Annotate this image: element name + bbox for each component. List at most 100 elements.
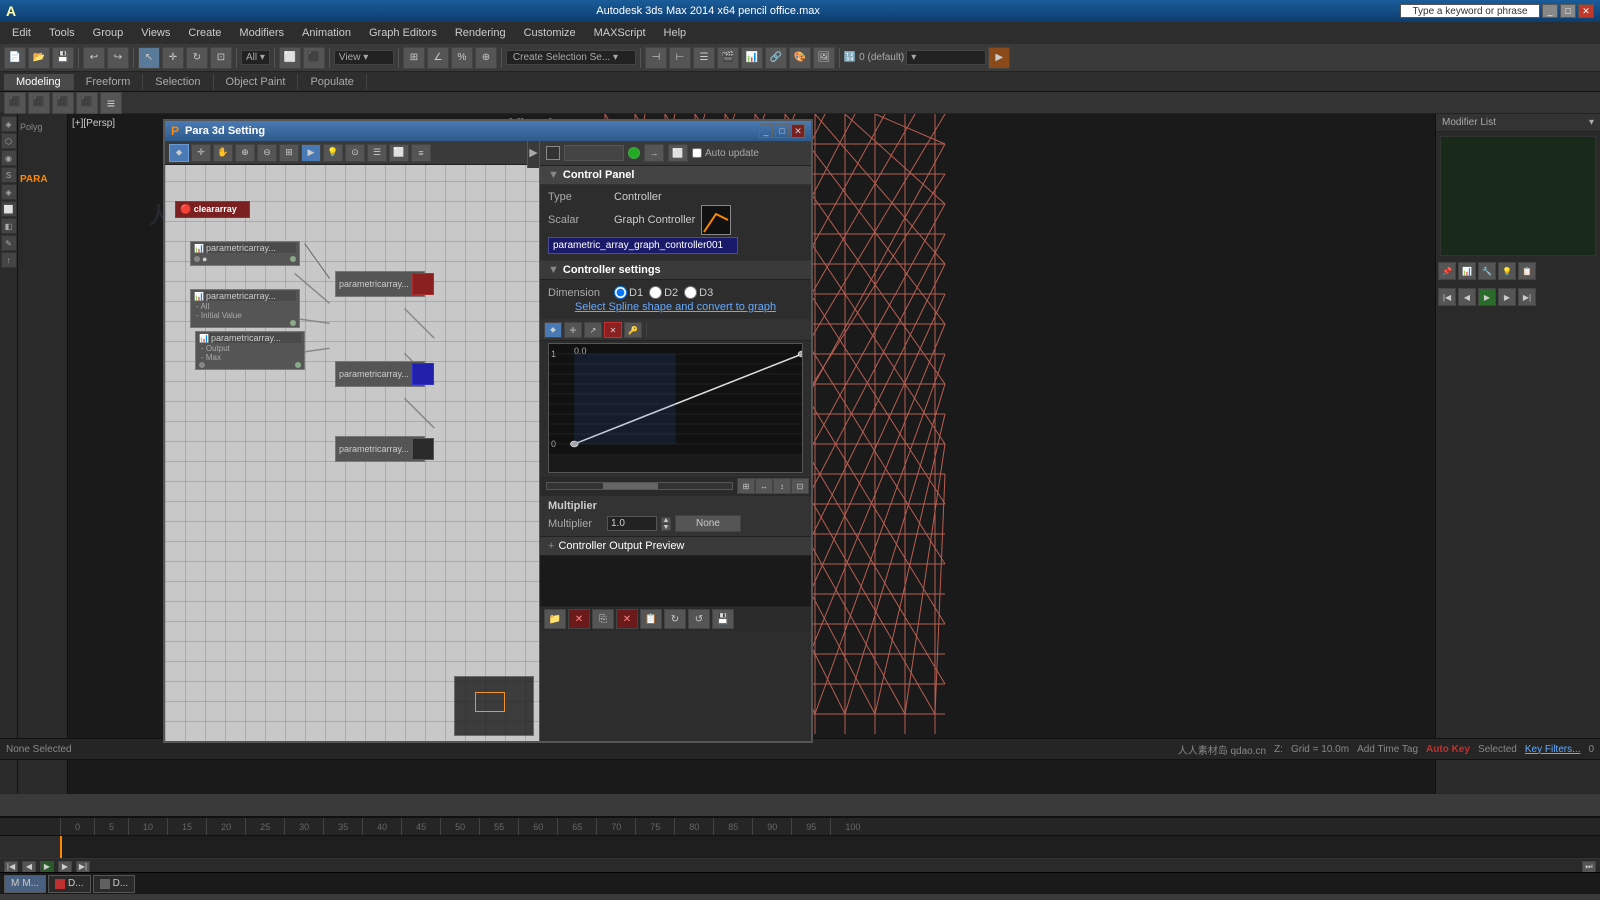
d1-radio[interactable] bbox=[614, 286, 627, 299]
graph-scroll-thumb[interactable] bbox=[603, 483, 659, 489]
poly-btn-4[interactable]: ⬛ bbox=[76, 92, 98, 114]
node-parametricarray-right-1[interactable]: parametricarray... bbox=[335, 271, 425, 297]
search-box[interactable]: Type a keyword or phrase bbox=[1400, 4, 1540, 18]
track-view-button[interactable]: 📊 bbox=[741, 47, 763, 69]
menu-modifiers[interactable]: Modifiers bbox=[231, 25, 292, 41]
minimize-button[interactable]: _ bbox=[1542, 4, 1558, 18]
menu-rendering[interactable]: Rendering bbox=[447, 25, 514, 41]
poly-btn-1[interactable]: ⬛ bbox=[4, 92, 26, 114]
snap-dropdown[interactable]: All ▾ bbox=[241, 50, 270, 65]
node-zoom-in-button[interactable]: ⊕ bbox=[235, 144, 255, 162]
node-parametricarray-right-2[interactable]: parametricarray... bbox=[335, 361, 425, 387]
mult-down-arrow[interactable]: ▼ bbox=[661, 524, 671, 531]
cp-checkbox[interactable] bbox=[546, 146, 560, 160]
menu-help[interactable]: Help bbox=[656, 25, 695, 41]
tl-prev-frame-btn[interactable]: ◀ bbox=[22, 861, 36, 873]
graph-scrollbar-h[interactable] bbox=[546, 482, 733, 490]
scene-states-button[interactable]: 🎬 bbox=[717, 47, 739, 69]
timeline-playhead[interactable] bbox=[60, 836, 62, 858]
graph-scale-btn[interactable]: ↗ bbox=[584, 322, 602, 338]
d1-radio-label[interactable]: D1 bbox=[614, 286, 643, 299]
timeline-track[interactable] bbox=[60, 836, 1600, 858]
d2-radio[interactable] bbox=[649, 286, 662, 299]
render-scene-button[interactable]: 🖼 bbox=[813, 47, 835, 69]
move-button[interactable]: ✛ bbox=[162, 47, 184, 69]
new-file-button[interactable]: 📄 bbox=[4, 47, 26, 69]
graph-zoom-v-btn[interactable]: ↕ bbox=[773, 478, 791, 494]
node-connect-button[interactable]: ⬥ bbox=[169, 144, 189, 162]
multiplier-none-button[interactable]: None bbox=[675, 515, 741, 532]
taskbar-item-m[interactable]: M M... bbox=[4, 875, 46, 893]
scale-button[interactable]: ⊡ bbox=[210, 47, 232, 69]
menu-create[interactable]: Create bbox=[180, 25, 229, 41]
mult-up-arrow[interactable]: ▲ bbox=[661, 517, 671, 524]
view-dropdown[interactable]: View ▾ bbox=[334, 50, 394, 65]
action-copy-button[interactable]: ⎘ bbox=[592, 609, 614, 629]
node-editor-pane[interactable]: ⬥ ✛ ✋ ⊕ ⊖ ⊞ ▶ 💡 ⊙ ☰ ⬜ ≡ ▶ bbox=[165, 141, 540, 741]
taskbar-item-d1[interactable]: D... bbox=[48, 875, 91, 893]
prev-key-button[interactable]: |◀ bbox=[1438, 288, 1456, 306]
tl-end-btn[interactable]: ⏭ bbox=[1582, 861, 1596, 873]
tl-next-frame-btn[interactable]: ▶ bbox=[58, 861, 72, 873]
tl-play-btn[interactable]: ▶ bbox=[40, 861, 54, 873]
node-pane-expand-button[interactable]: ▶ bbox=[527, 141, 539, 168]
node-zoom-out-button[interactable]: ⊖ bbox=[257, 144, 277, 162]
node-select-button[interactable]: ▶ bbox=[301, 144, 321, 162]
menu-animation[interactable]: Animation bbox=[294, 25, 359, 41]
d3-radio-label[interactable]: D3 bbox=[684, 286, 713, 299]
mirror-button[interactable]: ⊣ bbox=[645, 47, 667, 69]
left-icon-3[interactable]: ◉ bbox=[1, 150, 17, 166]
open-file-button[interactable]: 📂 bbox=[28, 47, 50, 69]
undo-button[interactable]: ↩ bbox=[83, 47, 105, 69]
para-minimize-button[interactable]: _ bbox=[759, 124, 773, 138]
node-parametricarray-1[interactable]: 📊 parametricarray... ● bbox=[190, 241, 300, 266]
node-pan-button[interactable]: ✋ bbox=[213, 144, 233, 162]
graph-area[interactable]: 1 0 0.0 bbox=[548, 343, 803, 473]
node-menu-button[interactable]: ≡ bbox=[411, 144, 431, 162]
snap-spinner-button[interactable]: ⊕ bbox=[475, 47, 497, 69]
node-frame-button[interactable]: ⬜ bbox=[389, 144, 409, 162]
controller-name-input[interactable] bbox=[548, 237, 738, 254]
poly-btn-3[interactable]: ⬛ bbox=[52, 92, 74, 114]
graph-delete-btn[interactable]: ✕ bbox=[604, 322, 622, 338]
select-button[interactable]: ↖ bbox=[138, 47, 160, 69]
play-button[interactable]: ▶ bbox=[1478, 288, 1496, 306]
left-icon-4[interactable]: S bbox=[1, 167, 17, 183]
action-paste-button[interactable]: 📋 bbox=[640, 609, 662, 629]
node-move-button[interactable]: ✛ bbox=[191, 144, 211, 162]
action-open-button[interactable]: 📁 bbox=[544, 609, 566, 629]
node-parametricarray-2[interactable]: 📊 parametricarray... - All - Initial Val… bbox=[190, 289, 300, 328]
action-refresh-button[interactable]: ↻ bbox=[664, 609, 686, 629]
left-icon-5[interactable]: ◈ bbox=[1, 184, 17, 200]
para-restore-button[interactable]: □ bbox=[775, 124, 789, 138]
action-redo-button[interactable]: ↺ bbox=[688, 609, 710, 629]
snap-angle-button[interactable]: ∠ bbox=[427, 47, 449, 69]
graph-zoom-h-btn[interactable]: ↔ bbox=[755, 478, 773, 494]
render-button[interactable]: ▶ bbox=[988, 47, 1010, 69]
node-cleararray[interactable]: 🔴 cleararray bbox=[175, 201, 250, 218]
menu-maxscript[interactable]: MAXScript bbox=[586, 25, 654, 41]
cp-link-button[interactable]: ⬜ bbox=[668, 144, 688, 162]
node-zoom-extent-button[interactable]: ⊞ bbox=[279, 144, 299, 162]
multiplier-spinner[interactable]: ▲ ▼ bbox=[661, 517, 671, 531]
node-target-button[interactable]: ⊙ bbox=[345, 144, 365, 162]
schematic-view-button[interactable]: 🔗 bbox=[765, 47, 787, 69]
graph-move-btn[interactable]: ✛ bbox=[564, 322, 582, 338]
graph-controller-icon[interactable] bbox=[701, 205, 731, 235]
rp-btn-4[interactable]: 💡 bbox=[1498, 262, 1516, 280]
tab-freeform[interactable]: Freeform bbox=[74, 74, 144, 90]
poly-btn-5[interactable]: ≡ bbox=[100, 92, 122, 114]
tab-populate[interactable]: Populate bbox=[298, 74, 366, 90]
d2-radio-label[interactable]: D2 bbox=[649, 286, 678, 299]
auto-update-checkbox[interactable] bbox=[692, 148, 702, 158]
left-icon-6[interactable]: ⬜ bbox=[1, 201, 17, 217]
left-icon-7[interactable]: ◧ bbox=[1, 218, 17, 234]
select-region-button[interactable]: ⬜ bbox=[279, 47, 301, 69]
align2-button[interactable]: ⊢ bbox=[669, 47, 691, 69]
rotate-button[interactable]: ↻ bbox=[186, 47, 208, 69]
window-crossing-button[interactable]: ⬛ bbox=[303, 47, 325, 69]
save-file-button[interactable]: 💾 bbox=[52, 47, 74, 69]
graph-fit-btn[interactable]: ⊞ bbox=[737, 478, 755, 494]
poly-btn-2[interactable]: ⬛ bbox=[28, 92, 50, 114]
multiplier-input[interactable] bbox=[607, 516, 657, 531]
